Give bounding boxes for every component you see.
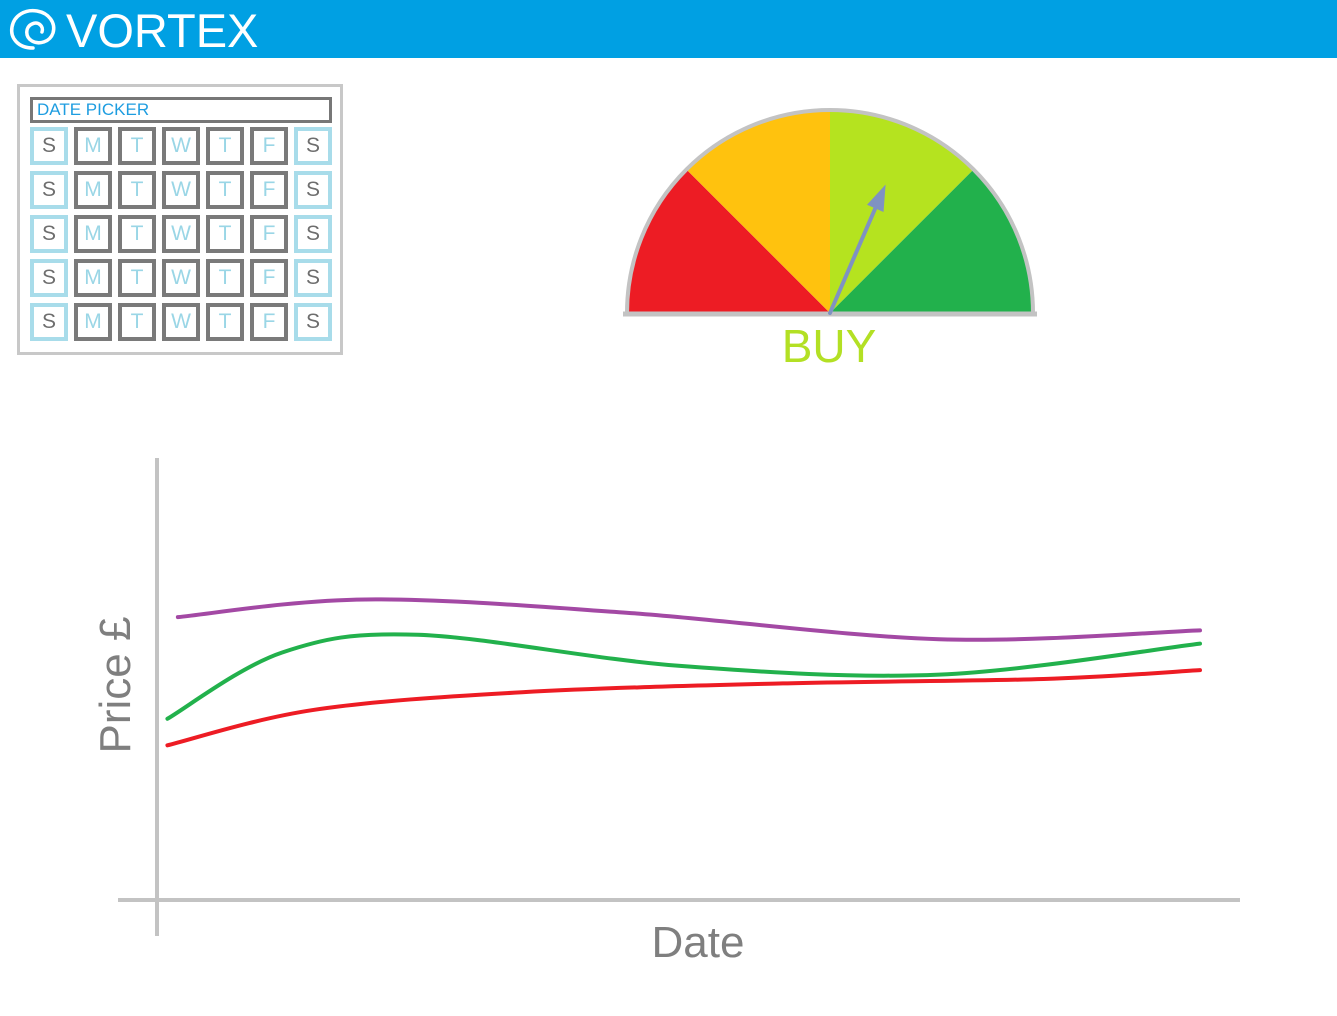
date-picker-day-cell[interactable]: W xyxy=(162,215,200,253)
price-chart: Date Price £ xyxy=(91,458,1240,967)
date-picker-day-cell[interactable]: W xyxy=(162,171,200,209)
date-picker-grid: SMTWTFSSMTWTFSSMTWTFSSMTWTFSSMTWTFS xyxy=(30,127,332,341)
date-picker-day-cell[interactable]: S xyxy=(294,259,332,297)
date-picker-day-cell[interactable]: F xyxy=(250,303,288,341)
date-picker-day-cell[interactable]: T xyxy=(118,303,156,341)
swirl-icon[interactable] xyxy=(4,4,62,54)
sentiment-gauge xyxy=(623,108,1037,317)
date-picker-day-cell[interactable]: T xyxy=(118,215,156,253)
date-picker-day-cell[interactable]: F xyxy=(250,215,288,253)
date-picker-title: DATE PICKER xyxy=(30,97,332,123)
date-picker-day-cell[interactable]: T xyxy=(118,259,156,297)
date-picker: DATE PICKER SMTWTFSSMTWTFSSMTWTFSSMTWTFS… xyxy=(17,84,343,355)
date-picker-day-cell[interactable]: S xyxy=(30,127,68,165)
date-picker-day-cell[interactable]: S xyxy=(30,303,68,341)
date-picker-day-cell[interactable]: S xyxy=(30,259,68,297)
date-picker-day-cell[interactable]: S xyxy=(30,215,68,253)
date-picker-day-cell[interactable]: M xyxy=(74,303,112,341)
date-picker-day-cell[interactable]: F xyxy=(250,171,288,209)
series-line-2 xyxy=(165,632,1202,721)
gauge-signal-label: BUY xyxy=(781,320,877,372)
series-line-1 xyxy=(175,597,1202,642)
date-picker-day-cell[interactable]: W xyxy=(162,303,200,341)
date-picker-day-cell[interactable]: S xyxy=(30,171,68,209)
date-picker-day-cell[interactable]: M xyxy=(74,259,112,297)
app-brand-title: VORTEX xyxy=(66,4,259,57)
date-picker-day-cell[interactable]: T xyxy=(206,303,244,341)
series-line-3 xyxy=(165,668,1202,748)
date-picker-day-cell[interactable]: W xyxy=(162,259,200,297)
date-picker-day-cell[interactable]: M xyxy=(74,171,112,209)
date-picker-day-cell[interactable]: T xyxy=(206,259,244,297)
date-picker-day-cell[interactable]: S xyxy=(294,303,332,341)
date-picker-day-cell[interactable]: T xyxy=(118,127,156,165)
date-picker-day-cell[interactable]: T xyxy=(206,127,244,165)
date-picker-day-cell[interactable]: F xyxy=(250,259,288,297)
date-picker-day-cell[interactable]: M xyxy=(74,215,112,253)
app-header: VORTEX xyxy=(0,0,1337,58)
date-picker-day-cell[interactable]: T xyxy=(118,171,156,209)
date-picker-day-cell[interactable]: M xyxy=(74,127,112,165)
x-axis-label: Date xyxy=(652,918,745,967)
date-picker-day-cell[interactable]: S xyxy=(294,127,332,165)
date-picker-day-cell[interactable]: S xyxy=(294,215,332,253)
date-picker-day-cell[interactable]: W xyxy=(162,127,200,165)
date-picker-day-cell[interactable]: S xyxy=(294,171,332,209)
date-picker-day-cell[interactable]: T xyxy=(206,215,244,253)
date-picker-day-cell[interactable]: F xyxy=(250,127,288,165)
date-picker-day-cell[interactable]: T xyxy=(206,171,244,209)
y-axis-label: Price £ xyxy=(91,617,140,754)
